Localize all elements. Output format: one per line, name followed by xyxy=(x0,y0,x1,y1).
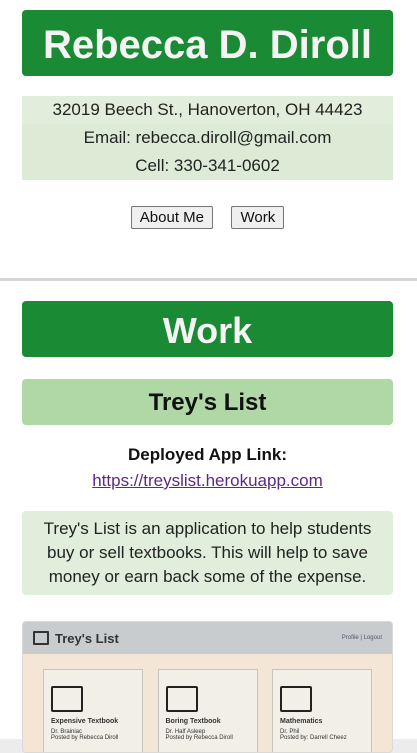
cell-line: Cell: 330-341-0602 xyxy=(22,152,393,180)
deploy-block: Deployed App Link: https://treyslist.her… xyxy=(22,445,393,491)
project-screenshot: Trey's List Profile | Logout Expensive T… xyxy=(22,621,393,753)
book-icon xyxy=(280,686,312,712)
deploy-link[interactable]: https://treyslist.herokuapp.com xyxy=(92,471,323,491)
contact-info: 32019 Beech St., Hanoverton, OH 44423 Em… xyxy=(22,96,393,180)
nav-buttons: About Me Work xyxy=(22,206,393,229)
book-posted-by: Posted by Rebecca Diroll xyxy=(51,735,119,741)
book-title: Boring Textbook xyxy=(165,718,221,725)
book-card: Expensive Textbook Dr. Brainiac Posted b… xyxy=(43,669,143,752)
screenshot-header: Trey's List Profile | Logout xyxy=(23,622,392,654)
screenshot-header-links: Profile | Logout xyxy=(341,635,382,641)
email-line: Email: rebecca.diroll@gmail.com xyxy=(22,124,393,152)
book-title: Mathematics xyxy=(280,718,323,725)
book-icon xyxy=(33,631,49,645)
project-title: Trey's List xyxy=(148,389,267,416)
book-card: Mathematics Dr. Phil Posted by: Darrell … xyxy=(272,669,372,752)
screenshot-book-list: Expensive Textbook Dr. Brainiac Posted b… xyxy=(23,654,392,752)
project-description: Trey's List is an application to help st… xyxy=(22,511,393,595)
work-banner: Work xyxy=(22,301,393,357)
name-banner: Rebecca D. Diroll xyxy=(22,10,393,76)
book-posted-by: Posted by: Darrell Cheez xyxy=(280,735,347,741)
book-posted-by: Posted by Rebecca Diroll xyxy=(165,735,233,741)
page-title: Rebecca D. Diroll xyxy=(42,23,372,67)
book-title: Expensive Textbook xyxy=(51,718,119,725)
project-title-banner: Trey's List xyxy=(22,379,393,425)
screenshot-app-title: Trey's List xyxy=(55,630,119,646)
work-section: Work Trey's List Deployed App Link: http… xyxy=(0,281,417,753)
about-me-button[interactable]: About Me xyxy=(130,206,214,229)
work-title: Work xyxy=(162,310,253,351)
book-icon xyxy=(51,686,83,712)
book-card: Boring Textbook Dr. Half Asleep Posted b… xyxy=(157,669,258,752)
deploy-label: Deployed App Link: xyxy=(128,445,287,464)
address-line: 32019 Beech St., Hanoverton, OH 44423 xyxy=(52,100,363,119)
header-card: Rebecca D. Diroll 32019 Beech St., Hanov… xyxy=(0,0,417,278)
book-icon xyxy=(165,686,198,712)
work-button[interactable]: Work xyxy=(231,206,285,229)
